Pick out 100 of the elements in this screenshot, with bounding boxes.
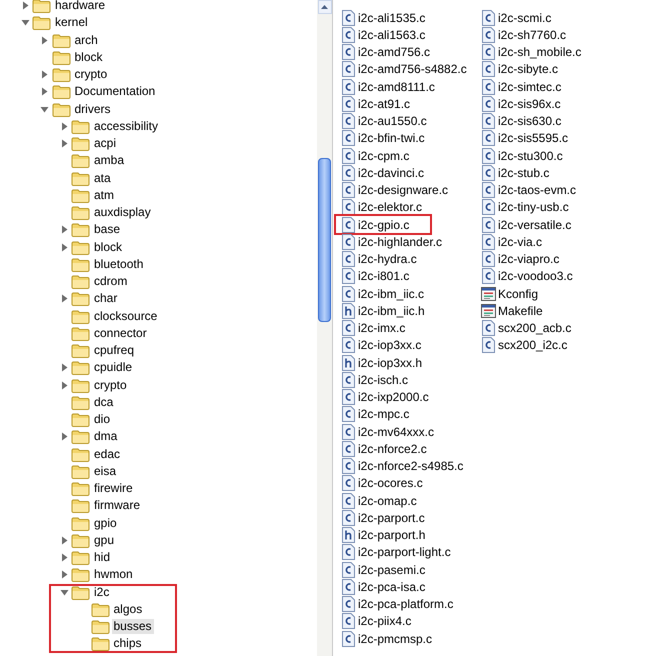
folder-item[interactable]: auxdisplay (92, 205, 153, 220)
folder-item[interactable]: dio (92, 412, 112, 428)
file-item[interactable]: i2c-iop3xx.c (341, 336, 422, 354)
file-item[interactable]: i2c-ocores.c (341, 474, 423, 492)
expand-arrow-icon[interactable] (60, 122, 68, 131)
folder-item[interactable]: i2c (92, 584, 112, 600)
scrollbar[interactable] (317, 0, 333, 656)
file-item[interactable]: i2c-stub.c (481, 164, 550, 182)
expand-arrow-icon[interactable] (60, 380, 68, 390)
folder-item[interactable]: firewire (92, 481, 135, 496)
file-item[interactable]: i2c-elektor.c (341, 198, 422, 216)
folder-item[interactable]: Documentation (72, 84, 158, 100)
file-item[interactable]: i2c-i801.c (341, 268, 410, 285)
expand-arrow-icon[interactable] (60, 225, 68, 234)
expand-arrow-icon[interactable] (40, 36, 49, 45)
folder-item[interactable]: drivers (72, 102, 113, 117)
folder-item[interactable]: hwmon (92, 567, 135, 582)
file-item[interactable]: i2c-bfin-twi.c (341, 130, 425, 147)
folder-item[interactable]: connector (92, 326, 149, 341)
file-item[interactable]: i2c-mpc.c (341, 406, 410, 423)
folder-item[interactable]: algos (112, 602, 144, 617)
file-item[interactable]: i2c-ali1563.c (341, 26, 426, 44)
file-item[interactable]: i2c-ibm_iic.c (341, 285, 424, 302)
file-item[interactable]: Makefile (481, 302, 543, 320)
file-item[interactable]: i2c-iop3xx.h (341, 354, 422, 372)
file-item[interactable]: i2c-versatile.c (481, 216, 572, 234)
folder-item[interactable]: crypto (92, 378, 129, 393)
file-item[interactable]: i2c-pasemi.c (341, 561, 426, 578)
file-item[interactable]: i2c-pmcmsp.c (341, 630, 432, 648)
folder-item[interactable]: edac (92, 446, 122, 462)
folder-item[interactable]: crypto (72, 67, 110, 82)
file-item[interactable]: i2c-hydra.c (341, 250, 417, 268)
file-item[interactable]: i2c-imx.c (341, 320, 406, 337)
file-item[interactable]: i2c-amd756-s4882.c (341, 60, 467, 78)
file-item[interactable]: i2c-parport-light.c (341, 544, 451, 561)
file-item[interactable]: i2c-sibyte.c (481, 60, 558, 78)
collapse-arrow-icon[interactable] (60, 588, 68, 597)
folder-item[interactable]: firmware (92, 498, 142, 514)
file-item[interactable]: i2c-tiny-usb.c (481, 198, 569, 216)
file-item[interactable]: scx200_acb.c (481, 320, 572, 337)
file-item[interactable]: i2c-sh_mobile.c (481, 44, 582, 61)
expand-arrow-icon[interactable] (60, 432, 68, 442)
folder-item[interactable]: hid (92, 550, 112, 566)
file-item[interactable]: i2c-pca-platform.c (341, 596, 454, 613)
folder-item[interactable]: kernel (53, 15, 90, 30)
file-item[interactable]: i2c-scmi.c (481, 9, 552, 26)
folder-item[interactable]: busses (112, 619, 154, 634)
expand-arrow-icon[interactable] (40, 87, 49, 96)
file-item[interactable]: i2c-gpio.c (334, 214, 432, 236)
file-item[interactable]: i2c-at91.c (341, 95, 410, 112)
file-item[interactable]: i2c-sis630.c (481, 112, 562, 130)
file-item[interactable]: i2c-omap.c (341, 492, 417, 510)
expand-arrow-icon[interactable] (60, 242, 68, 252)
collapse-arrow-icon[interactable] (40, 104, 49, 114)
expand-arrow-icon[interactable] (60, 553, 68, 562)
file-item[interactable]: i2c-nforce2.c (341, 440, 427, 458)
folder-item[interactable]: block (72, 50, 105, 65)
file-item[interactable]: scx200_i2c.c (481, 336, 568, 354)
folder-item[interactable]: hardware (53, 0, 108, 14)
folder-item[interactable]: cpuidle (92, 360, 134, 376)
file-item[interactable]: i2c-cpm.c (341, 147, 410, 164)
file-item[interactable]: i2c-isch.c (341, 371, 408, 388)
folder-item[interactable]: accessibility (92, 118, 160, 134)
file-item[interactable]: i2c-designware.c (341, 182, 448, 199)
folder-item[interactable]: cdrom (92, 274, 130, 290)
file-item[interactable]: i2c-ibm_iic.h (341, 302, 425, 320)
file-item[interactable]: i2c-voodoo3.c (481, 268, 573, 285)
file-item[interactable]: i2c-simtec.c (481, 78, 562, 96)
file-item[interactable]: i2c-au1550.c (341, 112, 427, 130)
expand-arrow-icon[interactable] (60, 536, 68, 545)
scroll-thumb[interactable] (318, 158, 331, 322)
expand-arrow-icon[interactable] (60, 570, 68, 580)
file-item[interactable]: i2c-nforce2-s4985.c (341, 458, 464, 475)
file-item[interactable]: i2c-piix4.c (341, 612, 412, 630)
folder-item[interactable]: char (92, 291, 120, 306)
folder-item[interactable]: ata (92, 170, 113, 186)
folder-item[interactable]: dma (92, 429, 120, 444)
folder-item[interactable]: block (92, 240, 124, 255)
file-item[interactable]: i2c-ali1535.c (341, 9, 426, 26)
folder-item[interactable]: eisa (92, 464, 118, 479)
collapse-arrow-icon[interactable] (20, 18, 30, 28)
folder-item[interactable]: atm (92, 188, 116, 203)
file-item[interactable]: Kconfig (481, 285, 538, 302)
folder-item[interactable]: arch (72, 32, 100, 48)
file-item[interactable]: i2c-parport.h (341, 526, 426, 544)
file-item[interactable]: i2c-ixp2000.c (341, 388, 429, 406)
folder-item[interactable]: gpu (92, 532, 116, 548)
file-item[interactable]: i2c-pca-isa.c (341, 578, 426, 596)
folder-item[interactable]: acpi (92, 136, 118, 152)
file-item[interactable]: i2c-via.c (481, 233, 542, 250)
folder-item[interactable]: dca (92, 394, 116, 410)
expand-arrow-icon[interactable] (60, 294, 68, 304)
file-item[interactable]: i2c-amd756.c (341, 44, 430, 61)
folder-item[interactable]: amba (92, 153, 126, 168)
file-item[interactable]: i2c-sh7760.c (481, 26, 566, 44)
folder-item[interactable]: clocksource (92, 308, 160, 324)
folder-item[interactable]: bluetooth (92, 256, 146, 272)
file-item[interactable]: i2c-viapro.c (481, 250, 560, 268)
expand-arrow-icon[interactable] (20, 1, 30, 10)
scroll-up-button[interactable] (318, 0, 332, 14)
